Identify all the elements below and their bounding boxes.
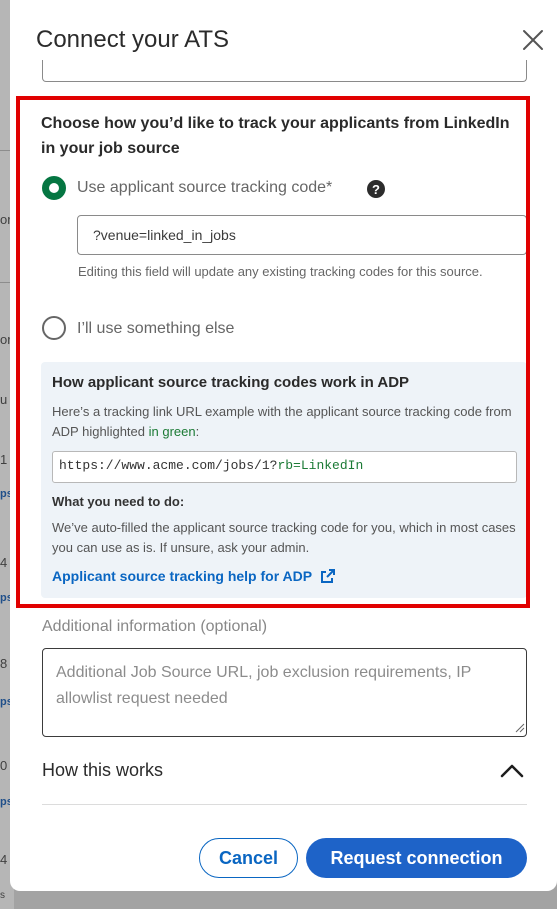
highlight-annotation-box — [16, 96, 530, 608]
close-icon — [523, 30, 543, 50]
request-connection-button[interactable]: Request connection — [306, 838, 527, 878]
close-button[interactable] — [515, 22, 551, 58]
how-this-works-label: How this works — [42, 760, 164, 780]
resize-grip-icon[interactable] — [515, 723, 525, 733]
background-fragment: s — [0, 890, 5, 901]
cancel-button[interactable]: Cancel — [199, 838, 298, 878]
additional-info-label: Additional information (optional) — [42, 618, 268, 635]
additional-info-textarea[interactable] — [42, 648, 527, 737]
section-divider — [42, 804, 527, 805]
previous-field-edge — [42, 60, 527, 82]
modal-title: Connect your ATS — [36, 26, 229, 53]
how-this-works-toggle[interactable]: How this works — [42, 752, 527, 792]
chevron-up-icon — [500, 764, 524, 778]
